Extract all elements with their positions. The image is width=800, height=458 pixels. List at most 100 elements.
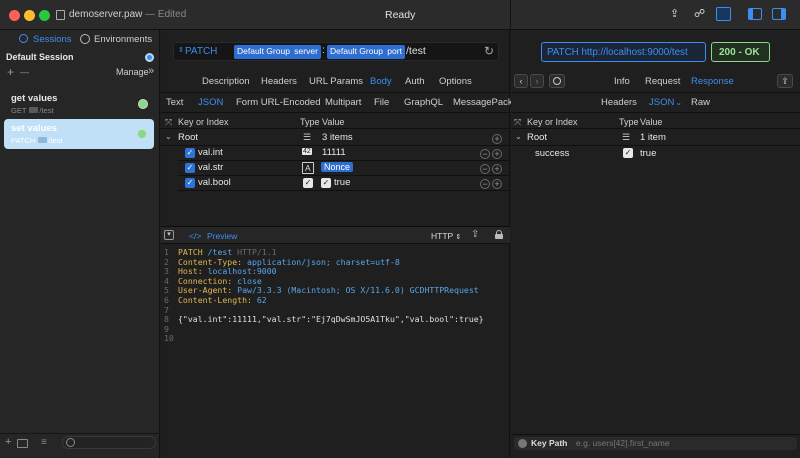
method-selector[interactable]: PATCH <box>185 46 217 57</box>
body-tab-form-url-encoded[interactable]: Form URL-Encoded <box>236 97 320 108</box>
add-icon[interactable]: + <box>5 436 11 448</box>
row-enabled-checkbox[interactable]: ✓ <box>185 148 195 158</box>
add-request-button[interactable]: + <box>7 65 14 79</box>
session-indicator <box>145 53 154 62</box>
request-item-set-values[interactable]: set values PATCH /test <box>4 119 154 149</box>
minimize-window-button[interactable] <box>24 10 35 21</box>
code-token: application/json; charset=utf-8 <box>247 256 400 267</box>
share-icon[interactable]: ⇪ <box>471 229 479 240</box>
expand-chevron-icon[interactable]: ⌄ <box>165 132 172 141</box>
env-token-server[interactable]: Default Group server <box>234 45 321 59</box>
row-enabled-checkbox[interactable]: ✓ <box>185 178 195 188</box>
format-selector-arrows: ⇕ <box>455 234 462 241</box>
new-folder-icon[interactable] <box>17 439 28 448</box>
format-selector[interactable]: HTTP ⇕ <box>431 231 461 241</box>
body-tab-json[interactable]: JSON <box>198 97 223 108</box>
forward-button[interactable]: › <box>530 74 544 88</box>
remove-request-button[interactable]: — <box>20 67 29 77</box>
body-tab-file[interactable]: File <box>374 97 389 108</box>
array-type-icon: ☰ <box>303 132 312 142</box>
collapse-preview-icon[interactable]: ▾ <box>164 230 174 240</box>
back-button[interactable]: ‹ <box>514 74 528 88</box>
key-path-input[interactable]: Key Path e.g. users[42].first_name <box>514 437 797 450</box>
remove-row-icon[interactable]: − <box>480 179 490 189</box>
code-toggle-icon[interactable]: </> <box>189 231 201 241</box>
right-panel-toggle-icon[interactable] <box>772 8 786 20</box>
json-value[interactable]: true <box>334 177 350 188</box>
export-icon[interactable]: ⇪ <box>777 74 793 88</box>
string-type-icon[interactable]: A <box>302 162 314 174</box>
json-value[interactable]: 11111 <box>322 147 346 158</box>
add-row-icon[interactable]: + <box>492 134 502 144</box>
chat-icon[interactable]: ☍ <box>694 8 707 21</box>
close-window-button[interactable] <box>9 10 20 21</box>
history-button[interactable] <box>549 74 565 88</box>
column-key: Key or Index <box>178 117 229 127</box>
format-selector-label: HTTP <box>431 231 454 241</box>
collapse-all-icon[interactable]: ⤧ <box>165 117 172 128</box>
body-tab-multipart[interactable]: Multipart <box>325 97 361 108</box>
tab-headers[interactable]: Headers <box>261 76 297 87</box>
json-key[interactable]: val.str <box>198 162 223 173</box>
zoom-window-button[interactable] <box>39 10 50 21</box>
tab-body[interactable]: Body <box>370 76 392 87</box>
body-tab-text[interactable]: Text <box>166 97 183 108</box>
remove-row-icon[interactable]: − <box>480 164 490 174</box>
layout-toggle-icon[interactable] <box>716 7 731 21</box>
tab-response[interactable]: Response <box>691 76 734 87</box>
tab-environments[interactable]: Environments <box>94 34 152 45</box>
number-type-icon[interactable]: 42 <box>302 148 312 155</box>
clock-icon <box>553 77 561 85</box>
http-preview-code[interactable]: 1 PATCH /test HTTP/1.1 2 Content-Type: appl… <box>161 247 510 453</box>
filter-input[interactable] <box>62 436 156 449</box>
row-enabled-checkbox[interactable]: ✓ <box>185 163 195 173</box>
object-type-icon: ☰ <box>622 132 631 142</box>
tab-request[interactable]: Request <box>645 76 680 87</box>
response-url-box[interactable]: PATCH http://localhost:9000/test <box>541 42 706 62</box>
tab-description[interactable]: Description <box>202 76 250 87</box>
body-tab-messagepack[interactable]: MessagePack <box>453 97 513 108</box>
env-token-var: port <box>387 46 402 56</box>
sub-tab-headers[interactable]: Headers <box>601 97 637 108</box>
session-name[interactable]: Default Session <box>6 52 74 62</box>
json-value: true <box>640 148 657 159</box>
code-token: close <box>237 275 262 286</box>
response-url: PATCH http://localhost:9000/test <box>547 47 688 58</box>
left-panel-toggle-icon[interactable] <box>748 8 762 20</box>
expand-chevron-icon[interactable]: ⌄ <box>515 132 522 141</box>
manage-chevron-icon[interactable]: » <box>148 65 154 77</box>
body-tab-graphql[interactable]: GraphQL <box>404 97 443 108</box>
share-icon[interactable]: ⇪ <box>670 8 683 21</box>
lock-icon[interactable] <box>495 230 503 239</box>
preview-label[interactable]: Preview <box>207 231 237 241</box>
add-row-icon[interactable]: + <box>492 149 502 159</box>
edited-indicator: — Edited <box>145 9 187 20</box>
tab-info[interactable]: Info <box>614 76 630 87</box>
tab-sessions[interactable]: Sessions <box>33 34 72 45</box>
tab-auth[interactable]: Auth <box>405 76 425 87</box>
chevron-down-icon: ⌄ <box>675 98 683 107</box>
tab-url-params[interactable]: URL Params <box>309 76 363 87</box>
json-key[interactable]: val.int <box>198 147 223 158</box>
add-row-icon[interactable]: + <box>492 164 502 174</box>
manage-button[interactable]: Manage <box>116 67 149 77</box>
collapse-all-icon[interactable]: ⤧ <box>514 117 521 128</box>
sub-tab-raw[interactable]: Raw <box>691 97 710 108</box>
refresh-icon[interactable]: ↻ <box>484 44 494 58</box>
env-token-port[interactable]: Default Group port <box>327 45 405 59</box>
boolean-type-icon[interactable]: ✓ <box>303 178 313 188</box>
boolean-value-checkbox[interactable]: ✓ <box>321 178 331 188</box>
remove-row-icon[interactable]: − <box>480 149 490 159</box>
add-row-icon[interactable]: + <box>492 179 502 189</box>
json-key[interactable]: val.bool <box>198 177 231 188</box>
url-bar[interactable]: ⇕ PATCH Default Group server : Default G… <box>173 42 499 61</box>
json-root-value: 1 item <box>640 132 666 143</box>
response-panel: PATCH http://localhost:9000/test 200 - O… <box>511 30 800 458</box>
dynamic-value-token[interactable]: Nonce <box>321 162 354 172</box>
request-item-get-values[interactable]: get values GET /test <box>4 89 154 118</box>
method-chevron-icon[interactable]: ⇕ <box>178 46 184 54</box>
sort-icon[interactable]: ≡ <box>41 437 47 448</box>
sub-tab-json[interactable]: JSON⌄ <box>649 97 682 108</box>
request-item-path: /test <box>39 106 54 115</box>
tab-options[interactable]: Options <box>439 76 472 87</box>
